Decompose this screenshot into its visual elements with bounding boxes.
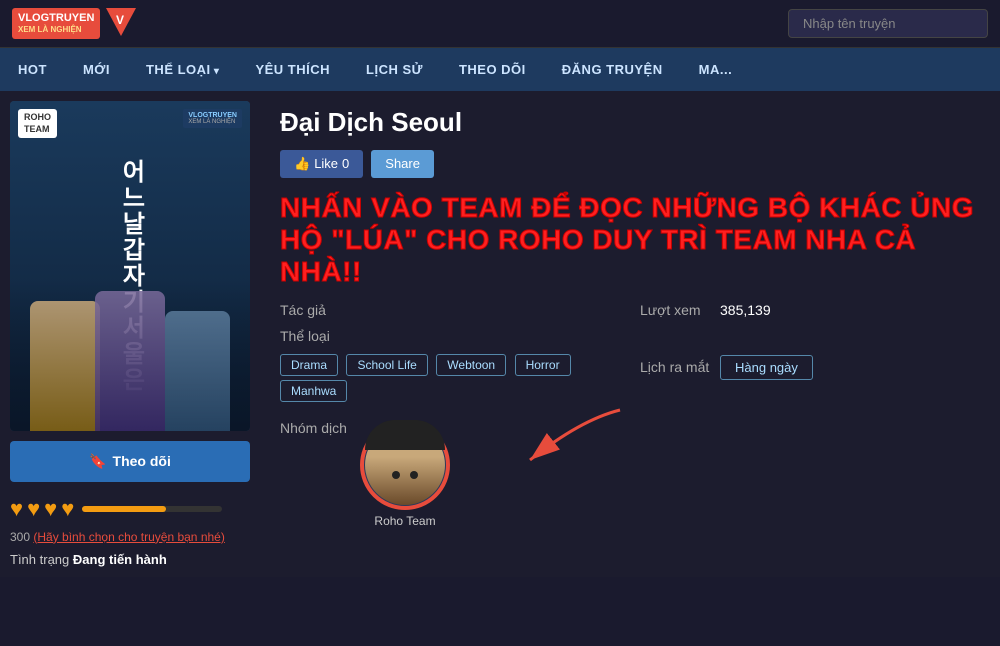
nav-lich-su[interactable]: LỊCH SỬ bbox=[348, 48, 441, 91]
genre-manhwa[interactable]: Manhwa bbox=[280, 380, 347, 402]
likes-count: 300 bbox=[10, 530, 30, 544]
left-panel: ROHO TEAM VLOGTRUYEN XEM LÀ NGHIỆN 어느날갑자… bbox=[0, 91, 260, 577]
translator-avatar-container: Roho Team bbox=[360, 420, 450, 528]
likes-encourage[interactable]: (Hãy bình chọn cho truyện bạn nhé) bbox=[33, 530, 224, 544]
main-content: ROHO TEAM VLOGTRUYEN XEM LÀ NGHIỆN 어느날갑자… bbox=[0, 91, 1000, 577]
rating-bar bbox=[82, 506, 222, 512]
translator-avatar[interactable] bbox=[360, 420, 450, 510]
translator-group: Roho Team bbox=[360, 420, 640, 528]
genre-row: Thể loại Drama School Life Webtoon Horro… bbox=[280, 328, 620, 406]
avatar-hair bbox=[365, 425, 445, 450]
status-value-text: Đang tiến hành bbox=[73, 552, 167, 567]
likes-text: 300 (Hãy bình chọn cho truyện bạn nhé) bbox=[10, 530, 250, 544]
author-row: Tác giả bbox=[280, 302, 620, 318]
manga-title: Đại Dịch Seoul bbox=[280, 107, 980, 138]
logo-v-icon: V bbox=[106, 8, 136, 38]
arrow-svg bbox=[460, 400, 640, 500]
genre-horror[interactable]: Horror bbox=[515, 354, 571, 376]
logo-line1: VLOGTRUYEN bbox=[18, 12, 94, 25]
author-label: Tác giả bbox=[280, 302, 350, 318]
nav-theo-doi[interactable]: THEO DÕI bbox=[441, 48, 544, 91]
heart-3: ♥ bbox=[44, 496, 57, 522]
like-button[interactable]: 👍 Like 0 bbox=[280, 150, 363, 178]
genre-label: Thể loại bbox=[280, 328, 350, 344]
logo-line2: XEM LÀ NGHIỆN bbox=[18, 25, 94, 35]
avatar-eye-left bbox=[392, 471, 400, 479]
logo: VLOGTRUYEN XEM LÀ NGHIỆN V bbox=[12, 8, 136, 39]
nav-more[interactable]: MA... bbox=[681, 48, 751, 91]
nav-dang-truyen[interactable]: ĐĂNG TRUYỆN bbox=[544, 48, 681, 91]
right-panel: Đại Dịch Seoul 👍 Like 0 Share NHẤN VÀO T… bbox=[260, 91, 1000, 577]
genre-drama[interactable]: Drama bbox=[280, 354, 338, 376]
like-label: Like bbox=[314, 156, 338, 171]
nav-the-loai[interactable]: THỂ LOẠI bbox=[128, 48, 237, 91]
views-value: 385,139 bbox=[720, 302, 771, 318]
genre-webtoon[interactable]: Webtoon bbox=[436, 354, 506, 376]
watermark-line2: XEM LÀ NGHIỆN bbox=[188, 119, 237, 125]
views-row: Lượt xem 385,139 bbox=[640, 302, 980, 318]
promo-text: NHẤN VÀO TEAM ĐỂ ĐỌC NHỮNG BỘ KHÁC ỦNG H… bbox=[280, 192, 980, 289]
hearts-row: ♥ ♥ ♥ ♥ bbox=[10, 492, 250, 526]
translator-avatar-inner bbox=[365, 425, 445, 505]
genre-school[interactable]: School Life bbox=[346, 354, 427, 376]
translator-name: Roho Team bbox=[360, 514, 450, 528]
logo-icon: VLOGTRUYEN XEM LÀ NGHIỆN bbox=[12, 8, 100, 39]
release-label: Lịch ra mắt bbox=[640, 359, 710, 375]
header: VLOGTRUYEN XEM LÀ NGHIỆN V bbox=[0, 0, 1000, 48]
info-grid: Tác giả Lượt xem 385,139 Thể loại Drama … bbox=[280, 302, 980, 406]
watermark-line1: VLOGTRUYEN bbox=[188, 112, 237, 119]
translator-section: Nhóm dịch bbox=[280, 420, 980, 528]
genre-tags: Drama School Life Webtoon Horror Manhwa bbox=[280, 354, 620, 406]
roho-badge: ROHO TEAM bbox=[18, 109, 57, 138]
navigation: HOT MỚI THỂ LOẠI YÊU THÍCH LỊCH SỬ THEO … bbox=[0, 48, 1000, 91]
svg-text:V: V bbox=[116, 13, 124, 27]
heart-2: ♥ bbox=[27, 496, 40, 522]
nav-moi[interactable]: MỚI bbox=[65, 48, 128, 91]
heart-4: ♥ bbox=[61, 496, 74, 522]
translator-label: Nhóm dịch bbox=[280, 420, 350, 436]
heart-1: ♥ bbox=[10, 496, 23, 522]
share-button[interactable]: Share bbox=[371, 150, 434, 178]
status-label: Tình trạng bbox=[10, 552, 69, 567]
avatar-eyes bbox=[392, 471, 418, 479]
nav-yeu-thich[interactable]: YÊU THÍCH bbox=[237, 48, 348, 91]
thumb-up-icon: 👍 bbox=[294, 156, 310, 172]
cover-image: ROHO TEAM VLOGTRUYEN XEM LÀ NGHIỆN 어느날갑자… bbox=[10, 101, 250, 431]
like-count: 0 bbox=[342, 156, 349, 171]
status-row: Tình trạng Đang tiến hành bbox=[10, 552, 250, 567]
character-2 bbox=[165, 311, 230, 431]
release-row: Lịch ra mắt Hàng ngày bbox=[640, 328, 980, 406]
character-1 bbox=[30, 301, 100, 431]
nav-hot[interactable]: HOT bbox=[0, 48, 65, 91]
roho-badge-line2: TEAM bbox=[24, 123, 51, 136]
follow-label: Theo dõi bbox=[113, 453, 171, 469]
follow-button[interactable]: 🔖 Theo dõi bbox=[10, 441, 250, 482]
release-value-button[interactable]: Hàng ngày bbox=[720, 355, 813, 380]
views-label: Lượt xem bbox=[640, 302, 710, 318]
roho-badge-line1: ROHO bbox=[24, 111, 51, 124]
action-buttons: 👍 Like 0 Share bbox=[280, 150, 980, 178]
search-input[interactable] bbox=[788, 9, 988, 38]
avatar-eye-right bbox=[410, 471, 418, 479]
bookmark-icon: 🔖 bbox=[89, 453, 106, 470]
character-3 bbox=[95, 291, 165, 431]
vlog-watermark: VLOGTRUYEN XEM LÀ NGHIỆN bbox=[183, 109, 242, 128]
rating-fill bbox=[82, 506, 166, 512]
